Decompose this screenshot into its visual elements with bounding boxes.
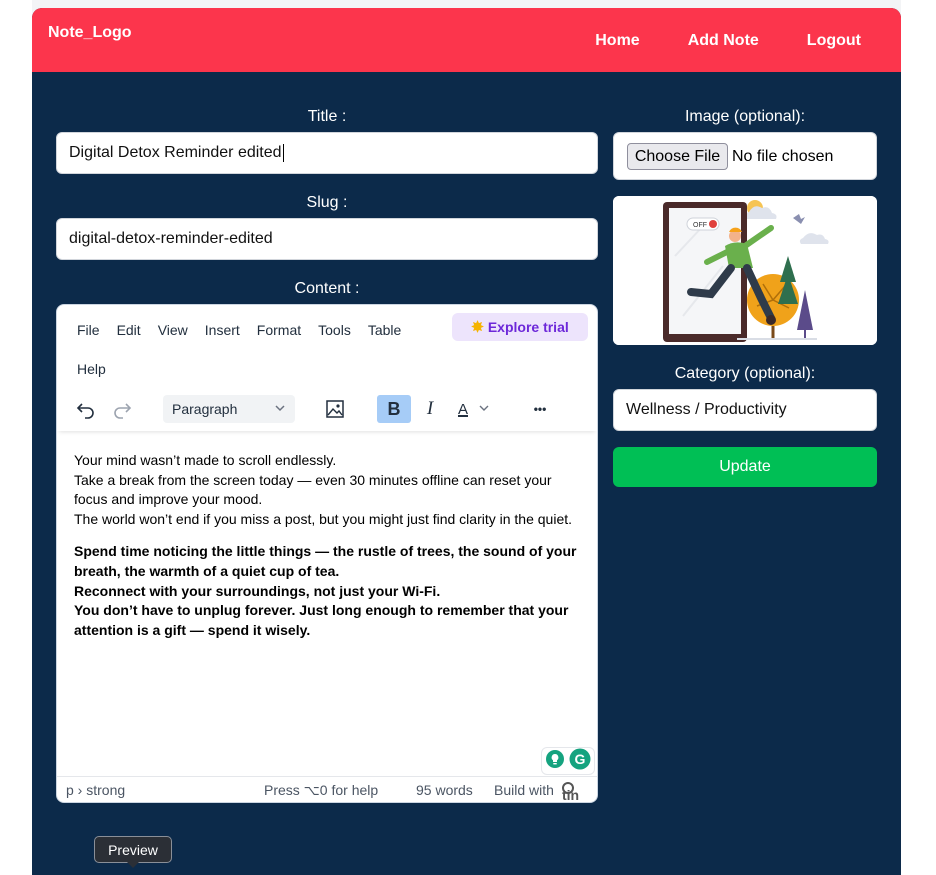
app-container: Note_Logo Home Add Note Logout Title : D… <box>32 8 901 875</box>
editor-toolbar: Paragraph B I A ••• <box>57 391 597 431</box>
window-gutter-left <box>0 0 32 875</box>
image-label: Image (optional): <box>684 108 806 125</box>
slug-input[interactable]: digital-detox-reminder-edited <box>56 218 598 260</box>
update-button[interactable]: Update <box>613 447 877 487</box>
bold-button[interactable]: B <box>377 395 411 423</box>
help-shortcut-hint: Press ⌥0 for help <box>264 782 379 798</box>
editor-content[interactable]: Your mind wasn’t made to scroll endlessl… <box>74 451 584 653</box>
menu-edit[interactable]: Edit <box>117 322 141 338</box>
content-paragraph-1: Your mind wasn’t made to scroll endlessl… <box>74 451 584 529</box>
text-cursor <box>282 144 284 162</box>
svg-text:G: G <box>575 751 586 767</box>
file-status-text: No file chosen <box>732 148 834 165</box>
undo-icon[interactable] <box>74 395 98 423</box>
tiny-brand-text: tin <box>562 787 580 803</box>
content-line: Reconnect with your surroundings, not ju… <box>74 582 441 599</box>
title-input[interactable]: Digital Detox Reminder edited <box>56 132 598 174</box>
window-gutter-right <box>901 0 936 875</box>
nav-links: Home Add Note Logout <box>595 32 861 50</box>
content-paragraph-2: Spend time noticing the little things — … <box>74 542 584 640</box>
category-label: Category (optional): <box>674 365 816 382</box>
menu-help[interactable]: Help <box>77 361 106 377</box>
nav-logout-link[interactable]: Logout <box>807 32 861 50</box>
content-line: You don’t have to unplug forever. Just l… <box>74 602 569 638</box>
content-line: The world won’t end if you miss a post, … <box>74 510 573 527</box>
element-path[interactable]: p › strong <box>66 782 125 798</box>
preview-tooltip: Preview <box>94 836 172 863</box>
category-input[interactable]: Wellness / Productivity <box>613 389 877 431</box>
editor-statusbar: p › strong Press ⌥0 for help 95 words Bu… <box>57 776 597 802</box>
navbar: Note_Logo Home Add Note Logout <box>32 8 901 72</box>
switch-label: OFF <box>693 222 707 229</box>
editor-menubar: File Edit View Insert Format Tools Table <box>77 322 418 338</box>
chevron-down-icon <box>273 401 287 418</box>
block-format-value: Paragraph <box>172 401 238 417</box>
menu-format[interactable]: Format <box>257 322 301 338</box>
grammarly-widget[interactable]: G <box>541 747 595 775</box>
tooltip-arrow <box>127 862 139 868</box>
choose-file-button[interactable]: Choose File <box>627 143 728 170</box>
block-format-select[interactable]: Paragraph <box>163 395 295 423</box>
content-line: Spend time noticing the little things — … <box>74 543 577 579</box>
nav-add-note-link[interactable]: Add Note <box>688 32 759 50</box>
menu-insert[interactable]: Insert <box>205 322 240 338</box>
content-line: Take a break from the screen today — eve… <box>74 471 552 508</box>
slug-label: Slug : <box>306 194 348 211</box>
text-color-letter: A <box>457 400 468 418</box>
more-options-button[interactable]: ••• <box>527 395 553 423</box>
text-color-button[interactable]: A <box>451 395 497 423</box>
image-preview: OFF <box>613 196 877 345</box>
rich-text-editor: File Edit View Insert Format Tools Table… <box>56 304 598 803</box>
menu-file[interactable]: File <box>77 322 100 338</box>
menu-table[interactable]: Table <box>368 322 401 338</box>
category-input-value: Wellness / Productivity <box>626 401 787 418</box>
tiny-brand[interactable]: tin <box>562 782 579 802</box>
explore-trial-button[interactable]: ✸ Explore trial <box>452 313 588 341</box>
menu-tools[interactable]: Tools <box>318 322 351 338</box>
digital-detox-illustration: OFF <box>613 196 877 345</box>
nav-home-link[interactable]: Home <box>595 32 639 50</box>
build-with-label[interactable]: Build with <box>494 782 554 798</box>
italic-button[interactable]: I <box>419 395 441 423</box>
redo-icon[interactable] <box>110 395 134 423</box>
title-label: Title : <box>307 108 347 125</box>
title-input-value: Digital Detox Reminder edited <box>69 144 282 161</box>
grammarly-icon[interactable]: G <box>569 748 591 775</box>
sparkle-icon: ✸ <box>471 319 484 336</box>
slug-input-value: digital-detox-reminder-edited <box>69 230 273 247</box>
insert-image-icon[interactable] <box>323 395 347 423</box>
content-line: Your mind wasn’t made to scroll endlessl… <box>74 452 337 468</box>
logo[interactable]: Note_Logo <box>48 24 132 42</box>
menu-view[interactable]: View <box>158 322 188 338</box>
word-count[interactable]: 95 words <box>416 782 473 798</box>
chevron-down-icon <box>478 401 490 418</box>
content-label: Content : <box>294 280 360 297</box>
lightbulb-icon[interactable] <box>545 749 565 774</box>
explore-trial-label: Explore trial <box>487 319 569 335</box>
image-file-input[interactable]: Choose File No file chosen <box>613 132 877 180</box>
